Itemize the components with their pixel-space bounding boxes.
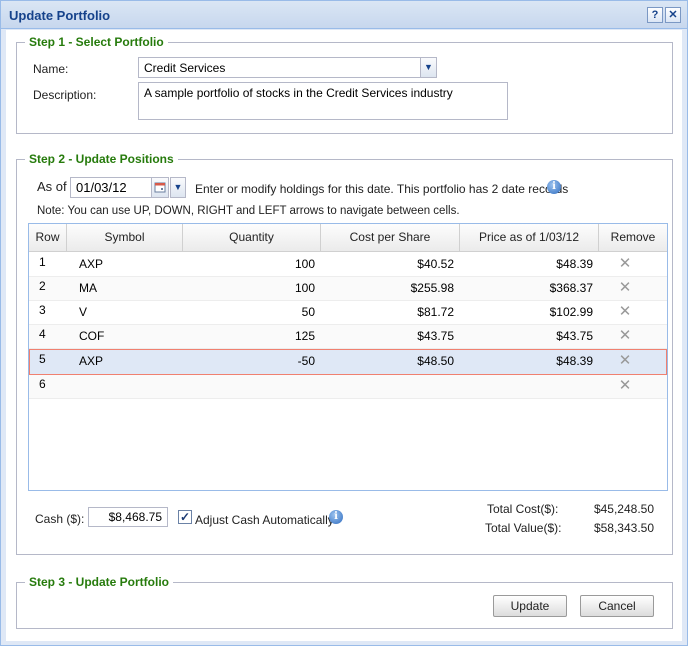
row-number: 4 bbox=[39, 327, 46, 341]
adjust-cash-checkbox[interactable]: ✓ bbox=[178, 510, 192, 524]
column-header-price[interactable]: Price as of 1/03/12 bbox=[460, 224, 599, 252]
positions-grid: Row Symbol Quantity Cost per Share Price… bbox=[28, 223, 668, 491]
cost-cell[interactable]: $48.50 bbox=[321, 350, 458, 374]
price-cell: $43.75 bbox=[556, 329, 593, 343]
symbol-cell[interactable] bbox=[75, 375, 183, 399]
as-of-date-field[interactable]: 01/03/12 bbox=[70, 177, 152, 198]
row-number: 3 bbox=[39, 303, 46, 317]
step1-legend: Step 1 - Select Portfolio bbox=[25, 35, 168, 49]
close-button[interactable]: ✕ bbox=[665, 7, 681, 23]
table-row[interactable]: 6 ✕ bbox=[29, 375, 667, 399]
price-cell: $48.39 bbox=[556, 257, 593, 271]
step2-legend: Step 2 - Update Positions bbox=[25, 152, 178, 166]
price-cell: $48.39 bbox=[556, 354, 593, 368]
total-cost-value: $45,248.50 bbox=[593, 502, 654, 516]
price-cell: $102.99 bbox=[549, 305, 593, 319]
table-row-selected[interactable]: 5 AXP -50 $48.50 $48.39 ✕ bbox=[29, 349, 667, 375]
cash-input[interactable]: $8,468.75 bbox=[88, 507, 168, 527]
as-of-label: As of bbox=[37, 179, 67, 194]
remove-row-close-icon[interactable]: ✕ bbox=[617, 280, 633, 296]
cost-cell[interactable]: $81.72 bbox=[321, 301, 458, 325]
symbol-cell[interactable]: V bbox=[75, 301, 183, 325]
remove-row-close-icon[interactable]: ✕ bbox=[617, 328, 633, 344]
total-cost-label: Total Cost($): bbox=[487, 502, 559, 516]
total-value-label: Total Value($): bbox=[485, 521, 562, 535]
navigation-note: Note: You can use UP, DOWN, RIGHT and LE… bbox=[37, 205, 460, 217]
symbol-cell[interactable]: AXP bbox=[75, 253, 183, 277]
price-cell bbox=[460, 375, 597, 399]
help-button[interactable]: ? bbox=[647, 7, 663, 23]
remove-row-close-icon[interactable]: ✕ bbox=[617, 304, 633, 320]
remove-row-close-icon[interactable]: ✕ bbox=[617, 378, 633, 394]
holdings-info-text: Enter or modify holdings for this date. … bbox=[195, 182, 569, 196]
column-header-row[interactable]: Row bbox=[29, 224, 67, 252]
price-cell: $368.37 bbox=[549, 281, 593, 295]
dialog-body: Step 1 - Select Portfolio Name: Credit S… bbox=[6, 30, 682, 641]
cost-cell[interactable]: $40.52 bbox=[321, 253, 458, 277]
symbol-cell[interactable]: AXP bbox=[75, 350, 183, 374]
adjust-cash-label: Adjust Cash Automatically bbox=[195, 513, 334, 527]
row-number: 6 bbox=[39, 377, 46, 391]
portfolio-name-combo[interactable]: Credit Services bbox=[138, 57, 422, 78]
cost-cell[interactable]: $43.75 bbox=[321, 325, 458, 349]
window-titlebar[interactable]: Update Portfolio ? ✕ bbox=[1, 1, 687, 29]
column-header-cost[interactable]: Cost per Share bbox=[321, 224, 460, 252]
step3-fieldset: Step 3 - Update Portfolio Update Cancel bbox=[16, 575, 673, 629]
total-value-value: $58,343.50 bbox=[593, 521, 654, 535]
name-label: Name: bbox=[33, 62, 69, 76]
description-label: Description: bbox=[33, 88, 97, 102]
calendar-icon[interactable] bbox=[151, 177, 169, 198]
column-header-quantity[interactable]: Quantity bbox=[183, 224, 321, 252]
row-number: 1 bbox=[39, 255, 46, 269]
cost-cell[interactable] bbox=[321, 375, 458, 399]
row-number: 5 bbox=[39, 352, 46, 366]
adjust-cash-info-icon[interactable]: i bbox=[329, 510, 343, 524]
info-icon[interactable]: i bbox=[547, 180, 561, 194]
date-dropdown-chevron-down-icon[interactable]: ▼ bbox=[170, 177, 186, 198]
table-row[interactable]: 3 V 50 $81.72 $102.99 ✕ bbox=[29, 301, 667, 325]
quantity-cell[interactable]: -50 bbox=[183, 350, 319, 374]
update-portfolio-window: Update Portfolio ? ✕ Step 1 - Select Por… bbox=[0, 0, 688, 646]
cancel-button[interactable]: Cancel bbox=[580, 595, 654, 617]
table-row[interactable]: 2 MA 100 $255.98 $368.37 ✕ bbox=[29, 277, 667, 301]
cost-cell[interactable]: $255.98 bbox=[321, 277, 458, 301]
quantity-cell[interactable]: 125 bbox=[183, 325, 319, 349]
symbol-cell[interactable]: MA bbox=[75, 277, 183, 301]
grid-header: Row Symbol Quantity Cost per Share Price… bbox=[29, 224, 667, 252]
row-number: 2 bbox=[39, 279, 46, 293]
column-header-symbol[interactable]: Symbol bbox=[67, 224, 183, 252]
step1-fieldset: Step 1 - Select Portfolio Name: Credit S… bbox=[16, 35, 673, 134]
window-title: Update Portfolio bbox=[9, 8, 111, 23]
chevron-down-icon[interactable]: ▼ bbox=[420, 57, 437, 78]
cash-label: Cash ($): bbox=[35, 512, 85, 526]
table-row[interactable]: 1 AXP 100 $40.52 $48.39 ✕ bbox=[29, 253, 667, 277]
quantity-cell[interactable] bbox=[183, 375, 319, 399]
column-header-remove: Remove bbox=[610, 230, 656, 244]
remove-row-close-icon[interactable]: ✕ bbox=[617, 353, 633, 369]
step3-legend: Step 3 - Update Portfolio bbox=[25, 575, 174, 589]
quantity-cell[interactable]: 100 bbox=[183, 253, 319, 277]
table-row[interactable]: 4 COF 125 $43.75 $43.75 ✕ bbox=[29, 325, 667, 349]
remove-row-close-icon[interactable]: ✕ bbox=[617, 256, 633, 272]
update-button[interactable]: Update bbox=[493, 595, 567, 617]
symbol-cell[interactable]: COF bbox=[75, 325, 183, 349]
quantity-cell[interactable]: 50 bbox=[183, 301, 319, 325]
quantity-cell[interactable]: 100 bbox=[183, 277, 319, 301]
description-textarea[interactable]: A sample portfolio of stocks in the Cred… bbox=[138, 82, 508, 120]
